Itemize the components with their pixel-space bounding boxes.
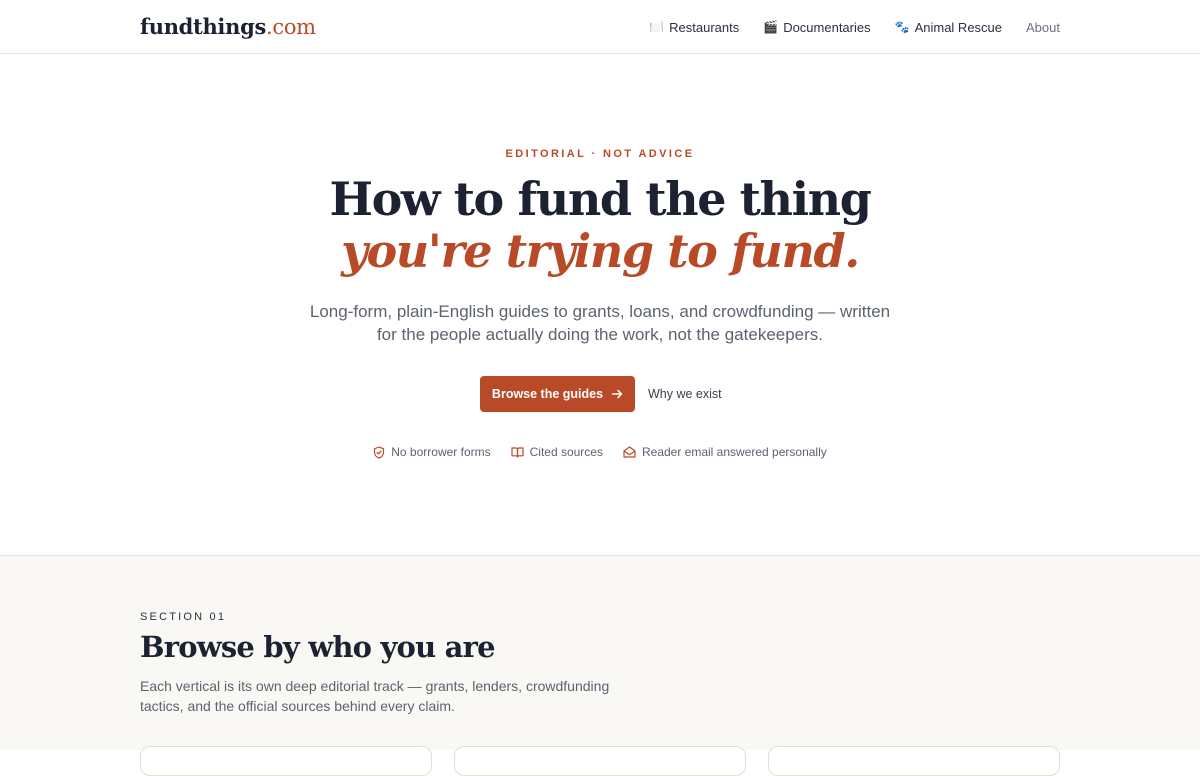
browse-guides-button[interactable]: Browse the guides: [480, 376, 635, 412]
browse-section: SECTION 01 Browse by who you are Each ve…: [0, 555, 1200, 776]
badge-label: Cited sources: [529, 445, 603, 459]
nav-item-label: Restaurants: [669, 19, 740, 35]
hero-lede: Long-form, plain-English guides to grant…: [309, 302, 891, 344]
logo-main: fundthings: [140, 14, 266, 39]
nav-item-label: About: [1026, 19, 1060, 35]
trust-badges: No borrower forms Cited sources Reader e…: [0, 445, 1200, 459]
section-label: SECTION 01: [140, 611, 227, 623]
browse-guides-label: Browse the guides: [491, 387, 604, 401]
vertical-card[interactable]: [454, 746, 746, 776]
nav-item-label: Animal Rescue: [914, 19, 1003, 35]
why-we-exist-link[interactable]: Why we exist: [640, 376, 730, 412]
site-header: fundthings.com 🍽️ Restaurants 🎬 Document…: [0, 0, 1200, 54]
badge-reader-email: Reader email answered personally: [623, 445, 827, 459]
logo-tld: .com: [265, 15, 316, 39]
arrow-right-icon: [611, 389, 623, 399]
badge-no-borrower-forms: No borrower forms: [373, 445, 491, 459]
hero-title-emphasis: you're trying to fund.: [341, 224, 860, 278]
site-logo[interactable]: fundthings.com: [140, 14, 316, 39]
nav-item-animal-rescue[interactable]: 🐾 Animal Rescue: [895, 20, 1002, 35]
hero-title: How to fund the thing: [329, 172, 872, 226]
envelope-open-icon: [623, 446, 636, 458]
badge-label: Reader email answered personally: [641, 445, 827, 459]
nav-item-label: Documentaries: [783, 19, 871, 35]
shield-check-icon: [374, 445, 385, 459]
section-title: Browse by who you are: [140, 630, 496, 664]
vertical-card[interactable]: [140, 746, 432, 776]
badge-label: No borrower forms: [391, 445, 491, 459]
nav-item-restaurants[interactable]: 🍽️ Restaurants: [649, 20, 739, 35]
badge-cited-sources: Cited sources: [511, 445, 603, 459]
section-description: Each vertical is its own deep editorial …: [140, 678, 610, 714]
nav-item-about[interactable]: About: [1026, 20, 1060, 35]
hero-eyebrow: EDITORIAL · NOT ADVICE: [505, 148, 695, 160]
nav-item-documentaries[interactable]: 🎬 Documentaries: [763, 20, 870, 35]
plate-utensils-icon: 🍽️: [649, 20, 665, 34]
book-open-icon: [511, 447, 524, 458]
vertical-card[interactable]: [768, 746, 1060, 776]
main-nav: 🍽️ Restaurants 🎬 Documentaries 🐾 Animal …: [649, 0, 1060, 54]
hero: EDITORIAL · NOT ADVICE How to fund the t…: [0, 55, 1200, 555]
paw-prints-icon: 🐾: [894, 20, 910, 34]
clapperboard-icon: 🎬: [763, 20, 779, 34]
